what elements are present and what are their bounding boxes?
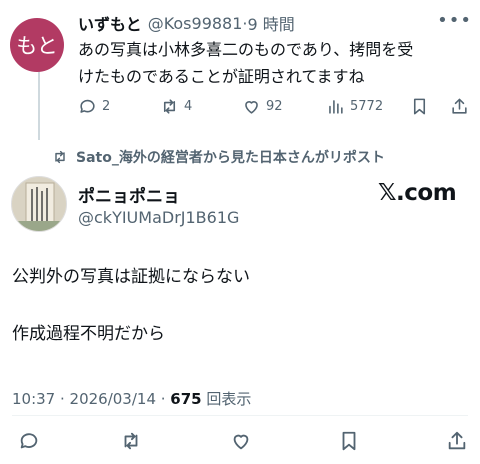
share-icon [452, 98, 467, 114]
share-button[interactable] [442, 426, 472, 456]
bookmark-icon [413, 98, 426, 114]
stele-avatar-image [12, 177, 66, 231]
repost-icon [124, 432, 138, 450]
x-com-logo: 𝕏.com [378, 180, 457, 206]
reply-button[interactable]: 2 [78, 92, 110, 120]
share-icon [448, 431, 466, 450]
reply-display-name[interactable]: いずもと [78, 11, 142, 35]
reply-button[interactable] [14, 426, 44, 456]
reply-header: いずもと @Kos99881 · 9 時間 [78, 11, 473, 35]
reply-count: 2 [102, 98, 111, 114]
bookmark-button[interactable] [410, 92, 429, 120]
more-icon[interactable]: ••• [437, 10, 472, 31]
comment-icon [20, 433, 38, 449]
repost-icon [55, 150, 65, 164]
analytics-icon [329, 99, 343, 114]
repost-count: 4 [184, 98, 193, 114]
view-count: 675 [170, 390, 202, 408]
reply-text-line: あの写真は小林多喜二のものであり、拷問を受 [78, 40, 414, 59]
repost-icon [163, 98, 176, 114]
repost-banner-text: Sato_海外の経営者から見た日本さんがリポスト [76, 150, 385, 166]
view-label: 回表示 [201, 390, 252, 408]
heart-icon [245, 100, 258, 114]
main-display-name[interactable]: ポニョポニョ [78, 182, 180, 207]
main-action-bar [0, 426, 480, 456]
like-button[interactable]: 92 [242, 92, 283, 120]
repost-button[interactable]: 4 [160, 92, 192, 120]
share-button[interactable] [450, 92, 469, 120]
views-button[interactable]: 5772 [326, 92, 383, 120]
like-button[interactable] [226, 426, 256, 456]
bookmark-button[interactable] [334, 426, 364, 456]
repost-banner[interactable]: Sato_海外の経営者から見た日本さんがリポスト [52, 146, 385, 168]
reply-text-line: けたものであることが証明されてますね [78, 67, 365, 86]
main-text-line: 作成過程不明だから [12, 324, 165, 344]
heart-icon [233, 434, 249, 450]
reply-tweet[interactable]: もと いずもと @Kos99881 · 9 時間 ••• あの写真は小林多喜二の… [0, 0, 480, 140]
avatar[interactable] [11, 176, 67, 232]
divider [12, 415, 468, 416]
repost-button[interactable] [116, 426, 146, 456]
reply-time[interactable]: 9 時間 [248, 11, 295, 35]
reply-action-bar: 2 4 92 5772 [78, 92, 473, 120]
like-count: 92 [266, 98, 283, 114]
reply-text: あの写真は小林多喜二のものであり、拷問を受 けたものであることが証明されてますね [78, 36, 473, 90]
avatar[interactable]: もと [10, 18, 64, 72]
view-count: 5772 [350, 98, 384, 114]
bookmark-icon [342, 431, 356, 451]
main-text-line: 公判外の写真は証拠にならない [12, 267, 250, 287]
tweet-meta: 10:37 · 2026/03/14 · 675 回表示 [12, 388, 251, 409]
reply-handle[interactable]: @Kos99881 [148, 14, 243, 33]
main-tweet-text: 公判外の写真は証拠にならない 作成過程不明だから [12, 264, 472, 378]
timestamp[interactable]: 10:37 · 2026/03/14 · [12, 390, 170, 408]
main-handle[interactable]: @ckYIUMaDrJ1B61G [78, 208, 239, 227]
comment-icon [80, 99, 95, 113]
